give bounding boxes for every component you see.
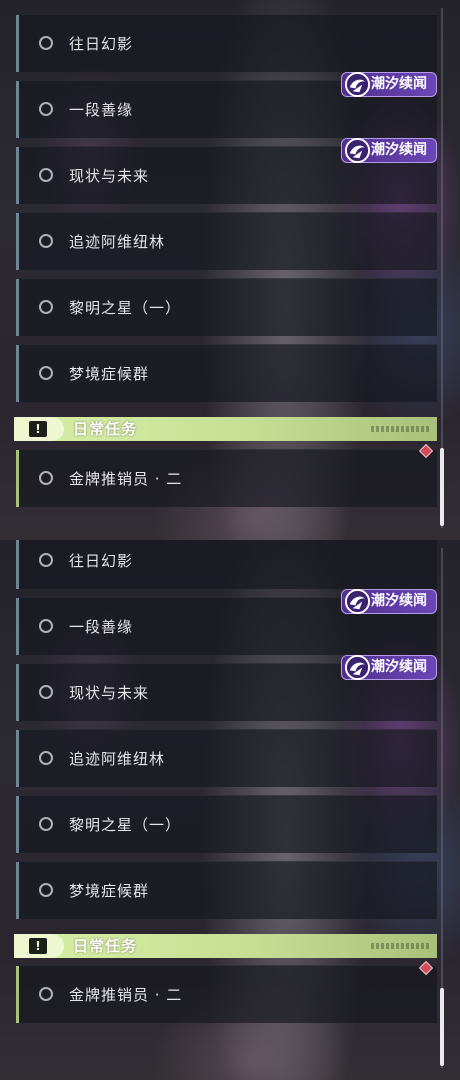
exclamation-icon: [29, 938, 47, 954]
tidal-story-tag: 潮汐续闻: [341, 654, 437, 681]
quest-status-ring-icon: [39, 102, 53, 116]
section-title: 日常任务: [73, 420, 138, 438]
scrollbar-thumb[interactable]: [440, 988, 444, 1066]
quest-accent-bar: [16, 540, 19, 589]
quest-name: 黎明之星（一）: [69, 816, 182, 834]
quest-status-ring-icon: [39, 471, 53, 485]
quest-status-ring-icon: [39, 36, 53, 50]
quest-item[interactable]: 往日幻影: [16, 540, 437, 589]
quest-accent-bar: [16, 279, 19, 336]
quest-name: 金牌推销员 · 二: [69, 986, 183, 1004]
quest-status-ring-icon: [39, 619, 53, 633]
quest-status-ring-icon: [39, 883, 53, 897]
quest-panel-top: 往日幻影 一段善缘 现状与未来 追迹阿维纽林 黎明之星（一） 梦境症候群 潮汐续…: [0, 0, 460, 540]
tag-label: 潮汐续闻: [371, 76, 427, 92]
tidal-story-tag: 潮汐续闻: [341, 588, 437, 615]
quest-item[interactable]: 追迹阿维纽林: [16, 729, 437, 787]
swirl-emblem-icon: [344, 137, 371, 164]
tag-label: 潮汐续闻: [371, 593, 427, 609]
quest-item[interactable]: 追迹阿维纽林: [16, 212, 437, 270]
swirl-emblem-icon: [344, 654, 371, 681]
quest-status-ring-icon: [39, 817, 53, 831]
quest-item[interactable]: 黎明之星（一）: [16, 795, 437, 853]
section-decoration: [371, 426, 431, 432]
quest-accent-bar: [16, 664, 19, 721]
quest-status-ring-icon: [39, 168, 53, 182]
section-badge: [14, 417, 64, 441]
quest-accent-bar: [16, 598, 19, 655]
quest-accent-bar: [16, 730, 19, 787]
quest-accent-bar: [16, 81, 19, 138]
quest-status-ring-icon: [39, 234, 53, 248]
quest-accent-bar: [16, 15, 19, 72]
quest-accent-bar: [16, 147, 19, 204]
quest-status-ring-icon: [39, 366, 53, 380]
quest-panel-bottom: 往日幻影 一段善缘 现状与未来 追迹阿维纽林 黎明之星（一） 梦境症候群 潮汐续…: [0, 540, 460, 1080]
quest-accent-bar: [16, 213, 19, 270]
quest-name: 一段善缘: [69, 101, 134, 119]
daily-quest-item[interactable]: 金牌推销员 · 二: [16, 965, 437, 1023]
section-badge: [14, 934, 64, 958]
quest-status-ring-icon: [39, 300, 53, 314]
quest-name: 往日幻影: [69, 552, 134, 570]
swirl-emblem-icon: [344, 588, 371, 615]
quest-name: 往日幻影: [69, 35, 134, 53]
quest-name: 黎明之星（一）: [69, 299, 182, 317]
quest-name: 梦境症候群: [69, 365, 150, 383]
daily-quest-item[interactable]: 金牌推销员 · 二: [16, 449, 437, 507]
quest-status-ring-icon: [39, 751, 53, 765]
tidal-story-tag: 潮汐续闻: [341, 137, 437, 164]
quest-item[interactable]: 黎明之星（一）: [16, 278, 437, 336]
swirl-emblem-icon: [344, 71, 371, 98]
quest-accent-bar: [16, 345, 19, 402]
section-title: 日常任务: [73, 937, 138, 955]
quest-status-ring-icon: [39, 685, 53, 699]
quest-name: 金牌推销员 · 二: [69, 470, 183, 488]
quest-status-ring-icon: [39, 987, 53, 1001]
quest-item[interactable]: 梦境症候群: [16, 344, 437, 402]
tag-label: 潮汐续闻: [371, 142, 427, 158]
quest-name: 现状与未来: [69, 684, 150, 702]
quest-accent-bar: [16, 796, 19, 853]
daily-tasks-header[interactable]: 日常任务: [14, 934, 437, 958]
quest-accent-bar: [16, 450, 19, 507]
exclamation-icon: [29, 421, 47, 437]
section-decoration: [371, 943, 431, 949]
quest-name: 梦境症候群: [69, 882, 150, 900]
quest-name: 一段善缘: [69, 618, 134, 636]
tidal-story-tag: 潮汐续闻: [341, 71, 437, 98]
quest-accent-bar: [16, 966, 19, 1023]
tag-label: 潮汐续闻: [371, 659, 427, 675]
quest-item[interactable]: 往日幻影: [16, 14, 437, 72]
quest-name: 追迹阿维纽林: [69, 750, 166, 768]
quest-accent-bar: [16, 862, 19, 919]
quest-status-ring-icon: [39, 553, 53, 567]
quest-name: 现状与未来: [69, 167, 150, 185]
scrollbar-thumb[interactable]: [440, 448, 444, 526]
quest-name: 追迹阿维纽林: [69, 233, 166, 251]
quest-item[interactable]: 梦境症候群: [16, 861, 437, 919]
daily-tasks-header[interactable]: 日常任务: [14, 417, 437, 441]
